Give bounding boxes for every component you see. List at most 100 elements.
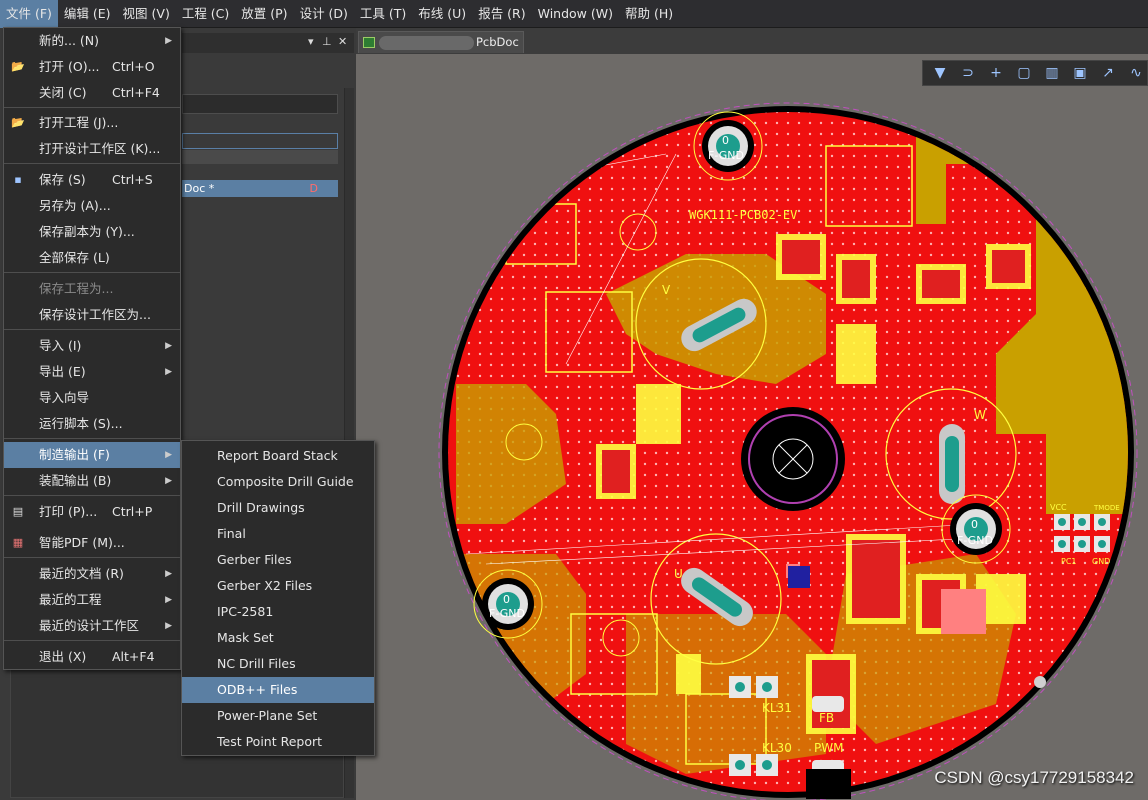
- open-folder-icon: 📂: [11, 60, 25, 73]
- submenu-arrow-icon: ▶: [165, 621, 172, 631]
- menu-item-save-copy-as[interactable]: 保存副本为 (Y)...: [4, 219, 180, 245]
- svg-text:V: V: [662, 283, 671, 297]
- menu-edit[interactable]: 编辑 (E): [58, 0, 117, 28]
- menu-item-open[interactable]: 📂 打开 (O)... Ctrl+O: [4, 54, 180, 80]
- svg-text:F-GND: F-GND: [489, 607, 525, 620]
- menu-route[interactable]: 布线 (U): [412, 0, 472, 28]
- menu-item-print[interactable]: ▤ 打印 (P)... Ctrl+P: [4, 499, 180, 525]
- menu-item-assembly-outputs[interactable]: 装配输出 (B) ▶: [4, 468, 180, 494]
- submenu-item-gerber-x2-files[interactable]: Gerber X2 Files: [182, 573, 374, 599]
- submenu-item-drill-drawings[interactable]: Drill Drawings: [182, 495, 374, 521]
- menu-item-recent-workspaces[interactable]: 最近的设计工作区 ▶: [4, 613, 180, 639]
- panel-pin-icon[interactable]: ⊥: [322, 35, 332, 48]
- menu-item-smart-pdf[interactable]: ▦ 智能PDF (M)...: [4, 530, 180, 556]
- menu-item-exit[interactable]: 退出 (X) Alt+F4: [4, 644, 180, 670]
- svg-text:GND: GND: [1092, 557, 1110, 566]
- menu-separator: [4, 107, 180, 108]
- phase-pad-w: [939, 424, 965, 504]
- menu-item-run-script[interactable]: 运行脚本 (S)...: [4, 411, 180, 437]
- tab-pcbdoc[interactable]: PcbDoc *: [358, 31, 524, 70]
- modified-marker: D: [309, 182, 318, 195]
- submenu-arrow-icon: ▶: [165, 367, 172, 377]
- panel-header: ▾ ⊥ ✕: [182, 33, 354, 53]
- submenu-arrow-icon: ▶: [165, 36, 172, 46]
- submenu-item-power-plane-set[interactable]: Power-Plane Set: [182, 703, 374, 729]
- svg-text:KL31: KL31: [762, 701, 792, 715]
- panel-selected-document[interactable]: Doc * D: [182, 180, 338, 197]
- menu-design[interactable]: 设计 (D): [294, 0, 354, 28]
- panel-filter-field[interactable]: [182, 133, 338, 149]
- menu-view[interactable]: 视图 (V): [117, 0, 176, 28]
- svg-text:W: W: [974, 408, 986, 422]
- panel-dropdown-icon[interactable]: ▾: [308, 35, 314, 48]
- fabrication-outputs-submenu: Report Board Stack Composite Drill Guide…: [181, 440, 375, 756]
- menu-item-new[interactable]: 新的... (N) ▶: [4, 28, 180, 54]
- panel-close-icon[interactable]: ✕: [338, 35, 347, 48]
- menu-place[interactable]: 放置 (P): [235, 0, 293, 28]
- menu-separator: [4, 495, 180, 496]
- menu-item-fabrication-outputs[interactable]: 制造输出 (F) ▶: [4, 442, 180, 468]
- pcb-doc-icon: [363, 37, 375, 48]
- panel-search-field[interactable]: [182, 94, 338, 114]
- open-project-icon: 📂: [11, 116, 25, 129]
- menu-separator: [4, 640, 180, 641]
- pdf-icon: ▦: [12, 536, 24, 549]
- file-menu-dropdown: 新的... (N) ▶ 📂 打开 (O)... Ctrl+O 关闭 (C) Ctrl+F…: [3, 27, 181, 670]
- pcb-board[interactable]: WGK111-PCB02-EV 0 F-GND 0 F-GND 0 F-GND …: [356, 54, 1148, 800]
- menu-tools[interactable]: 工具 (T): [354, 0, 412, 28]
- print-icon: ▤: [12, 505, 24, 518]
- menu-item-save-project-as: 保存工程为...: [39, 281, 114, 296]
- menu-item-recent-projects[interactable]: 最近的工程 ▶: [4, 587, 180, 613]
- save-icon: ▪: [14, 173, 22, 186]
- panel-tree-row[interactable]: [182, 150, 338, 164]
- menu-separator: [4, 438, 180, 439]
- submenu-arrow-icon: ▶: [165, 450, 172, 460]
- submenu-arrow-icon: ▶: [165, 341, 172, 351]
- svg-text:0: 0: [722, 134, 729, 147]
- submenu-item-final[interactable]: Final: [182, 521, 374, 547]
- board-label: WGK111-PCB02-EV: [689, 208, 797, 222]
- menu-bar: 文件 (F) 编辑 (E) 视图 (V) 工程 (C) 放置 (P) 设计 (D…: [0, 0, 1148, 28]
- svg-text:FB: FB: [819, 711, 834, 725]
- submenu-item-gerber-files[interactable]: Gerber Files: [182, 547, 374, 573]
- svg-text:PWM: PWM: [814, 741, 843, 755]
- menu-item-save-as[interactable]: 另存为 (A)...: [4, 193, 180, 219]
- submenu-arrow-icon: ▶: [165, 569, 172, 579]
- menu-reports[interactable]: 报告 (R): [472, 0, 531, 28]
- menu-project[interactable]: 工程 (C): [176, 0, 235, 28]
- svg-text:KL30: KL30: [762, 741, 792, 755]
- menu-separator: [4, 329, 180, 330]
- submenu-item-ipc-2581[interactable]: IPC-2581: [182, 599, 374, 625]
- menu-help[interactable]: 帮助 (H): [619, 0, 679, 28]
- menu-item-import[interactable]: 导入 (I) ▶: [4, 333, 180, 359]
- submenu-item-odb-files[interactable]: ODB++ Files: [182, 677, 374, 703]
- document-tab-bar: PcbDoc *: [356, 28, 1148, 70]
- menu-separator: [4, 557, 180, 558]
- svg-text:0: 0: [971, 518, 978, 531]
- menu-item-open-project[interactable]: 📂 打开工程 (J)...: [4, 110, 180, 136]
- submenu-item-composite-drill-guide[interactable]: Composite Drill Guide: [182, 469, 374, 495]
- menu-item-save-workspace-as[interactable]: 保存设计工作区为...: [4, 302, 180, 328]
- menu-separator: [4, 163, 180, 164]
- redacted-filename: [379, 36, 474, 50]
- menu-item-close[interactable]: 关闭 (C) Ctrl+F4: [4, 80, 180, 106]
- menu-item-export[interactable]: 导出 (E) ▶: [4, 359, 180, 385]
- menu-file[interactable]: 文件 (F): [0, 0, 58, 28]
- menu-item-recent-documents[interactable]: 最近的文档 (R) ▶: [4, 561, 180, 587]
- pcb-editor-canvas[interactable]: ▼ ⊃ + ▢ ▥ ▣ ↗ ∿ WGK111-PCB02-EV 0 F-GND …: [356, 54, 1148, 800]
- submenu-item-nc-drill-files[interactable]: NC Drill Files: [182, 651, 374, 677]
- svg-text:PC1: PC1: [1061, 557, 1077, 566]
- menu-separator: [4, 272, 180, 273]
- svg-text:TMODE: TMODE: [1093, 504, 1120, 512]
- submenu-item-test-point-report[interactable]: Test Point Report: [182, 729, 374, 755]
- menu-item-open-workspace[interactable]: 打开设计工作区 (K)...: [4, 136, 180, 162]
- watermark-text: CSDN @csy17729158342: [934, 768, 1134, 787]
- menu-item-save-all[interactable]: 全部保存 (L): [4, 245, 180, 271]
- svg-text:F-GND: F-GND: [957, 534, 993, 547]
- menu-item-save[interactable]: ▪ 保存 (S) Ctrl+S: [4, 167, 180, 193]
- svg-text:0: 0: [503, 593, 510, 606]
- menu-item-import-wizard[interactable]: 导入向导: [4, 385, 180, 411]
- submenu-item-mask-set[interactable]: Mask Set: [182, 625, 374, 651]
- submenu-item-report-board-stack[interactable]: Report Board Stack: [182, 443, 374, 469]
- menu-window[interactable]: Window (W): [532, 0, 619, 28]
